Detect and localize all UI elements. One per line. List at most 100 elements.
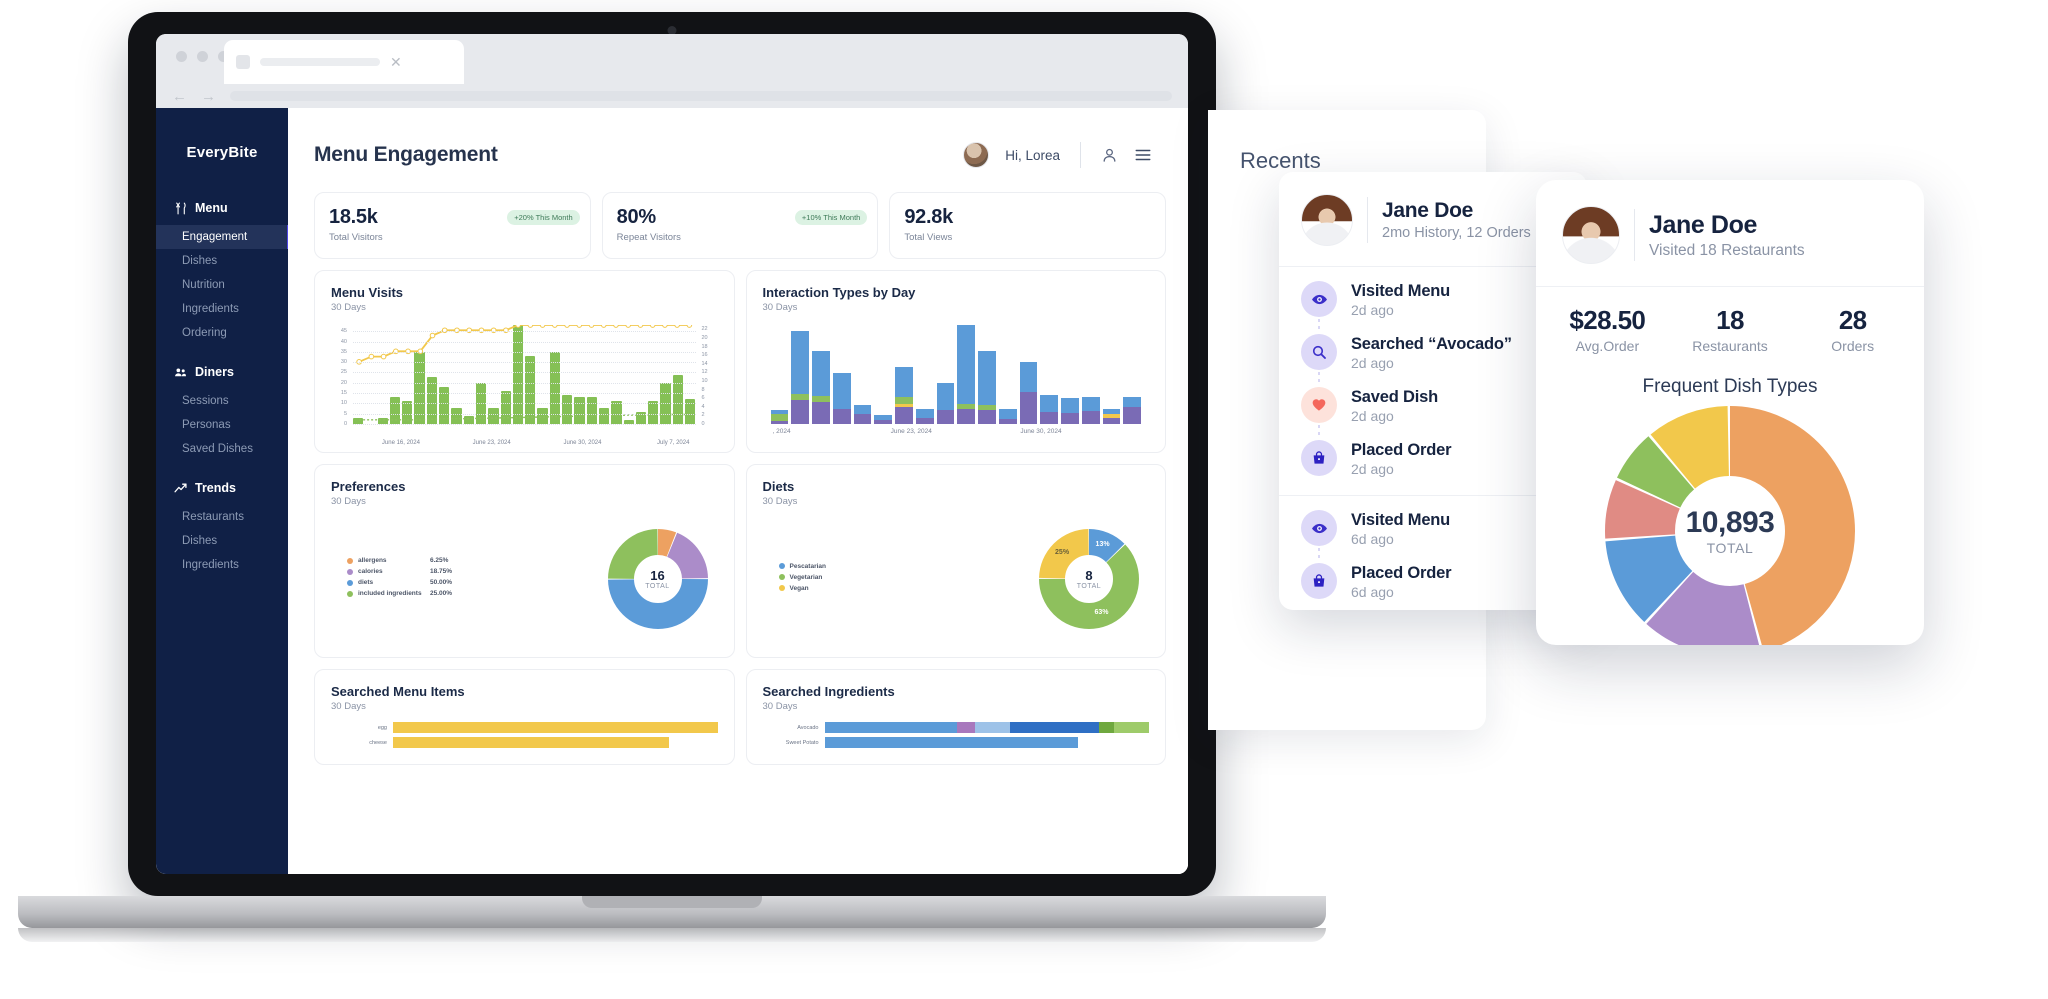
horizontal-bar-series: egg cheese [331, 722, 718, 748]
address-bar[interactable] [230, 91, 1172, 101]
stat-orders: 28 Orders [1791, 305, 1914, 354]
tab-title-placeholder [260, 58, 380, 66]
nav-group-diners: Diners Sessions Personas Saved Dishes [156, 365, 288, 461]
sidebar-item-personas[interactable]: Personas [156, 413, 288, 437]
person-icon[interactable] [1101, 147, 1118, 164]
recents-title: Recents [1240, 148, 1321, 173]
data-point [614, 325, 619, 327]
stat-card-repeat-visitors[interactable]: 80% Repeat Visitors +10% This Month [601, 192, 879, 259]
bar-segment-purple [1040, 412, 1058, 424]
stat-card-total-views[interactable]: 92.8k Total Views [889, 192, 1167, 259]
sidebar-item-trends-ingredients[interactable]: Ingredients [156, 553, 288, 577]
sidebar-item-ordering[interactable]: Ordering [156, 321, 288, 345]
legend-item: diets 50.00% [347, 579, 608, 586]
bar-segment-blue [812, 350, 830, 397]
legend-color-swatch [347, 568, 353, 575]
panel-title: Interaction Types by Day [762, 285, 916, 300]
panel-title: Searched Menu Items [331, 684, 465, 699]
activity-label: Searched “Avocado” [1351, 335, 1512, 353]
panel-searched-ingredients: Searched Ingredients 30 Days Avocado Swee… [745, 669, 1166, 765]
gridline [353, 413, 696, 415]
stat-card-total-visitors[interactable]: 18.5k Total Visitors +20% This Month [314, 192, 591, 259]
people-icon [175, 367, 186, 376]
panel-interaction-types: Interaction Types by Day 30 Days , 2024 J… [745, 270, 1166, 453]
donut-center: 8 TOTAL [1039, 529, 1139, 629]
bar-segment-purple [957, 722, 975, 733]
person-name: Jane Doe [1649, 210, 1757, 239]
legend-item: calories 18.75% [347, 568, 608, 575]
divider [1080, 142, 1081, 168]
page-header: Menu Engagement Hi, Lorea [314, 132, 1166, 178]
y-tick-label: 20 [340, 379, 347, 386]
donut-total-label: TOTAL [645, 583, 670, 590]
y2-tick-label: 22 [701, 326, 708, 333]
y2-tick-label: 8 [701, 386, 705, 393]
sidebar-item-ingredients[interactable]: Ingredients [156, 297, 288, 321]
sidebar-item-dishes[interactable]: Dishes [156, 249, 288, 273]
window-controls[interactable] [176, 51, 229, 62]
legend-label: Vegetarian [789, 573, 823, 581]
stacked-bar-series [770, 325, 1141, 424]
status-badge: +20% This Month [507, 210, 580, 225]
gridline [353, 424, 696, 425]
activity-time: 2d ago [1351, 355, 1394, 371]
bar-segment-purple [874, 419, 892, 424]
bar-segment-blue [978, 350, 996, 405]
x-axis-labels: , 2024 June 23, 2024 June 30, 2024 [771, 426, 1142, 440]
bar-track [393, 737, 718, 748]
sidebar-item-trends-dishes[interactable]: Dishes [156, 529, 288, 553]
close-window-button[interactable] [176, 51, 187, 62]
legend-item: included ingredients 25.00% [347, 590, 608, 597]
legend-value: 50.00% [430, 579, 453, 586]
user-avatar[interactable] [963, 142, 990, 168]
sidebar-item-engagement[interactable]: Engagement [156, 225, 292, 249]
nav-group-label: Diners [195, 365, 234, 379]
legend: Pescatarian Vegetarian Vegan [763, 563, 1040, 596]
y2-tick-label: 20 [701, 334, 708, 341]
sidebar-item-restaurants[interactable]: Restaurants [156, 505, 288, 529]
stacked-bar [1081, 397, 1100, 424]
bar-fill [824, 722, 1150, 733]
brand-logo[interactable]: EveryBite [156, 130, 288, 201]
bar-row: Sweet Potato [763, 737, 1150, 748]
y2-tick-label: 4 [701, 403, 705, 410]
sidebar-item-nutrition[interactable]: Nutrition [156, 273, 288, 297]
gridline [353, 362, 696, 364]
gridline [353, 351, 696, 353]
activity-label: Visited Menu [1351, 511, 1451, 529]
legend-label: allergens [358, 557, 387, 564]
sidebar-item-sessions[interactable]: Sessions [156, 389, 288, 413]
divider [1367, 197, 1368, 243]
hamburger-menu-icon[interactable] [1134, 146, 1152, 164]
sidebar-item-saved-dishes[interactable]: Saved Dishes [156, 437, 288, 461]
minimize-window-button[interactable] [197, 51, 208, 62]
forward-icon[interactable]: → [201, 88, 216, 105]
timeline-connector [1318, 372, 1320, 385]
close-icon[interactable]: ✕ [390, 55, 402, 69]
pie-value-label: 63% [1094, 609, 1109, 617]
diets-chart: Pescatarian Vegetarian Vegan 8 TOTAL 13% 63… [763, 513, 1150, 645]
data-point [528, 325, 533, 327]
search-icon [1301, 334, 1337, 370]
horizontal-bar-series: Avocado Sweet Potato [763, 722, 1150, 748]
cutlery-icon [176, 202, 186, 214]
nav-group-trends: Trends Restaurants Dishes Ingredients [156, 481, 288, 577]
panel-title: Menu Visits [331, 285, 404, 300]
bar-label: egg [377, 724, 387, 731]
panel-diets: Diets 30 Days Pescatarian Vegetarian Vegan… [745, 464, 1166, 658]
bar-segment-purple [1061, 413, 1079, 424]
bar-segment-green [1098, 722, 1114, 733]
mobile-stats: $28.50 Avg.Order 18 Restaurants 28 Order… [1536, 286, 1924, 372]
legend-label: included ingredients [358, 590, 422, 597]
stat-label: Total Visitors [329, 232, 383, 243]
jane-doe-avatar[interactable] [1562, 206, 1620, 264]
activity-label: Placed Order [1351, 564, 1452, 582]
menu-visits-chart: 0 5 10 15 20 25 30 35 40 45 0 2 4 6 8 10 12 14 16 18 20 22 J… [331, 325, 718, 446]
bar-segment-purple [1019, 391, 1038, 424]
jane-doe-avatar[interactable] [1301, 194, 1353, 246]
browser-tab[interactable]: ✕ [224, 40, 464, 84]
stacked-bar [895, 367, 913, 424]
x-tick-label: June 23, 2024 [472, 440, 511, 446]
back-icon[interactable]: ← [172, 88, 187, 105]
header-actions: Hi, Lorea [963, 142, 1166, 168]
